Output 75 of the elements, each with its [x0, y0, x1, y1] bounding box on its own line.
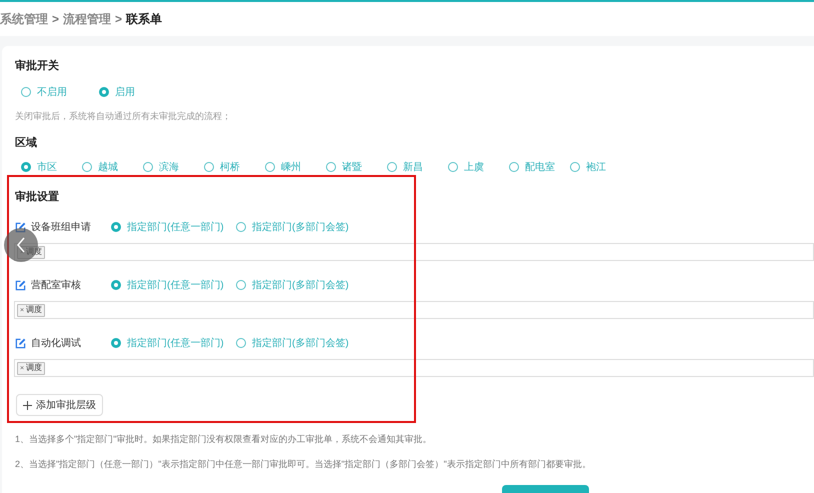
radio-option[interactable]: 指定部门(任意一部门)	[111, 336, 231, 350]
add-level-button[interactable]: 添加审批层级	[16, 394, 103, 416]
radio-button[interactable]	[204, 162, 214, 172]
hint-text: 关闭审批后，系统将自动通过所有未审批完成的流程；	[15, 110, 232, 122]
breadcrumb-item[interactable]: 系统管理	[0, 10, 48, 28]
breadcrumb-item: 联系单	[126, 11, 162, 28]
radio-button[interactable]	[99, 87, 109, 97]
edit-icon[interactable]	[15, 338, 26, 348]
radio-option[interactable]: 指定部门(任意一部门)	[111, 220, 231, 234]
section-title: 区域	[15, 136, 38, 151]
radio-label: 启用	[115, 86, 135, 100]
radio-option[interactable]: 指定部门(多部门会签)	[236, 220, 356, 234]
radio-option[interactable]: 指定部门(任意一部门)	[111, 278, 231, 292]
radio-button[interactable]	[82, 162, 92, 172]
radio-option[interactable]: 上虞	[448, 160, 495, 174]
radio-button[interactable]	[111, 280, 121, 290]
radio-button[interactable]	[111, 222, 121, 232]
radio-option[interactable]: 指定部门(多部门会签)	[236, 278, 356, 292]
radio-label: 嵊州	[281, 160, 301, 174]
chevron-left-icon	[16, 237, 26, 253]
radio-label: 新昌	[403, 160, 423, 174]
radio-button[interactable]	[111, 338, 121, 348]
radio-button[interactable]	[143, 162, 153, 172]
radio-label: 配电室	[525, 160, 555, 174]
edit-icon[interactable]	[15, 280, 26, 290]
radio-label: 上虞	[464, 160, 484, 174]
radio-option[interactable]: 袍江	[570, 160, 617, 174]
radio-button[interactable]	[326, 162, 336, 172]
radio-option[interactable]: 市区	[21, 160, 68, 174]
radio-label: 越城	[98, 160, 118, 174]
radio-label: 不启用	[37, 86, 67, 100]
radio-label: 指定部门(任意一部门)	[127, 336, 224, 350]
radio-option[interactable]: 启用	[99, 84, 135, 100]
plus-icon	[23, 400, 32, 410]
radio-option[interactable]: 越城	[82, 160, 129, 174]
radio-button[interactable]	[570, 162, 580, 172]
radio-label: 滨海	[159, 160, 179, 174]
breadcrumb-separator: >	[115, 11, 122, 28]
radio-button[interactable]	[387, 162, 397, 172]
radio-button[interactable]	[236, 338, 246, 348]
level-name: 自动化调试	[31, 336, 82, 350]
radio-label: 指定部门(多部门会签)	[252, 336, 349, 350]
radio-button[interactable]	[448, 162, 458, 172]
radio-option[interactable]: 柯桥	[204, 160, 251, 174]
radio-button[interactable]	[236, 280, 246, 290]
radio-option[interactable]: 配电室	[509, 160, 556, 174]
tag-label: 调度	[26, 362, 42, 374]
radio-option[interactable]: 不启用	[21, 84, 67, 100]
radio-option[interactable]: 嵊州	[265, 160, 312, 174]
radio-button[interactable]	[21, 162, 31, 172]
radio-label: 市区	[37, 160, 57, 174]
note-text: 2、当选择"指定部门（任意一部门）"表示指定部门中任意一部门审批即可。当选择"指定部门（多部门会签）"表示指定部门中所有部门都要审批。	[15, 458, 592, 470]
radio-option[interactable]: 指定部门(多部门会签)	[236, 336, 356, 350]
radio-label: 指定部门(任意一部门)	[127, 220, 224, 234]
radio-label: 袍江	[586, 160, 606, 174]
radio-option[interactable]: 滨海	[143, 160, 190, 174]
radio-label: 指定部门(任意一部门)	[127, 278, 224, 292]
radio-label: 诸暨	[342, 160, 362, 174]
radio-button[interactable]	[509, 162, 519, 172]
level-name: 营配室审核	[31, 278, 82, 292]
radio-button[interactable]	[265, 162, 275, 172]
level-name: 设备班组申请	[31, 220, 92, 234]
radio-option[interactable]: 新昌	[387, 160, 434, 174]
tag-label: 调度	[26, 304, 42, 316]
radio-label: 柯桥	[220, 160, 240, 174]
radio-label: 指定部门(多部门会签)	[252, 278, 349, 292]
note-text: 1、当选择多个"指定部门"审批时。如果指定部门没有权限查看对应的办工审批单，系统不会通知其审批。	[15, 433, 432, 446]
breadcrumb-item[interactable]: 流程管理	[63, 10, 112, 28]
section-title: 审批开关	[15, 58, 60, 74]
breadcrumb-separator: >	[52, 11, 60, 28]
radio-button[interactable]	[21, 87, 31, 97]
radio-option[interactable]: 诸暨	[326, 160, 373, 174]
radio-button[interactable]	[236, 222, 246, 232]
radio-label: 指定部门(多部门会签)	[252, 220, 349, 234]
section-title: 审批设置	[15, 190, 60, 204]
